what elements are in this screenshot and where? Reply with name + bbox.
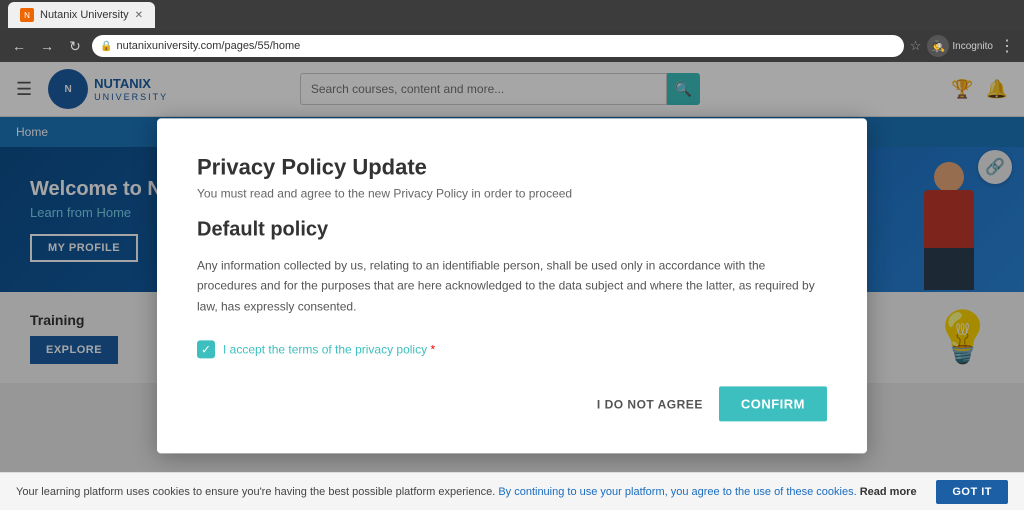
cookie-text: Your learning platform uses cookies to e… bbox=[16, 486, 924, 498]
incognito-badge: 🕵 Incognito bbox=[927, 35, 993, 57]
page-background: ☰ N NUTANIX UNIVERSITY 🔍 🏆 🔔 Home Welcom… bbox=[0, 62, 1024, 510]
browser-chrome: N Nutanix University ✕ ← → ↻ 🔒 nutanixun… bbox=[0, 0, 1024, 62]
back-button[interactable]: ← bbox=[8, 35, 30, 57]
policy-body-text: Any information collected by us, relatin… bbox=[197, 255, 827, 316]
reload-button[interactable]: ↻ bbox=[64, 35, 86, 57]
privacy-policy-modal: Privacy Policy Update You must read and … bbox=[157, 118, 867, 453]
browser-toolbar: ← → ↻ 🔒 nutanixuniversity.com/pages/55/h… bbox=[0, 30, 1024, 62]
cookie-banner: Your learning platform uses cookies to e… bbox=[0, 472, 1024, 510]
lock-icon: 🔒 bbox=[100, 41, 112, 52]
do-not-agree-button[interactable]: I DO NOT AGREE bbox=[597, 397, 703, 411]
tab-close-icon[interactable]: ✕ bbox=[135, 10, 143, 21]
modal-subtitle: You must read and agree to the new Priva… bbox=[197, 186, 827, 200]
bookmark-icon[interactable]: ☆ bbox=[910, 38, 922, 54]
policy-title: Default policy bbox=[197, 218, 827, 241]
modal-title: Privacy Policy Update bbox=[197, 154, 827, 180]
got-it-button[interactable]: GOT IT bbox=[936, 480, 1008, 504]
toolbar-right: 🕵 Incognito ⋮ bbox=[927, 35, 1016, 57]
incognito-label: Incognito bbox=[952, 41, 993, 52]
cookie-text-before-link: Your learning platform uses cookies to e… bbox=[16, 486, 495, 498]
modal-footer: I DO NOT AGREE CONFIRM bbox=[197, 387, 827, 422]
address-text: nutanixuniversity.com/pages/55/home bbox=[116, 40, 300, 52]
accept-label: I accept the terms of the privacy policy… bbox=[223, 343, 435, 357]
cookie-link[interactable]: By continuing to use your platform, you … bbox=[498, 486, 859, 498]
cookie-read-more[interactable]: Read more bbox=[860, 486, 917, 498]
tab-bar: N Nutanix University ✕ bbox=[0, 0, 1024, 30]
incognito-avatar: 🕵 bbox=[927, 35, 949, 57]
confirm-button[interactable]: CONFIRM bbox=[719, 387, 827, 422]
forward-button[interactable]: → bbox=[36, 35, 58, 57]
required-marker: * bbox=[430, 343, 435, 357]
tab-favicon: N bbox=[20, 8, 34, 22]
tab-label: Nutanix University bbox=[40, 9, 129, 21]
browser-menu-icon[interactable]: ⋮ bbox=[999, 36, 1016, 56]
accept-checkbox[interactable]: ✓ bbox=[197, 341, 215, 359]
address-bar[interactable]: 🔒 nutanixuniversity.com/pages/55/home bbox=[92, 35, 904, 57]
active-tab[interactable]: N Nutanix University ✕ bbox=[8, 2, 155, 28]
accept-row: ✓ I accept the terms of the privacy poli… bbox=[197, 341, 827, 359]
